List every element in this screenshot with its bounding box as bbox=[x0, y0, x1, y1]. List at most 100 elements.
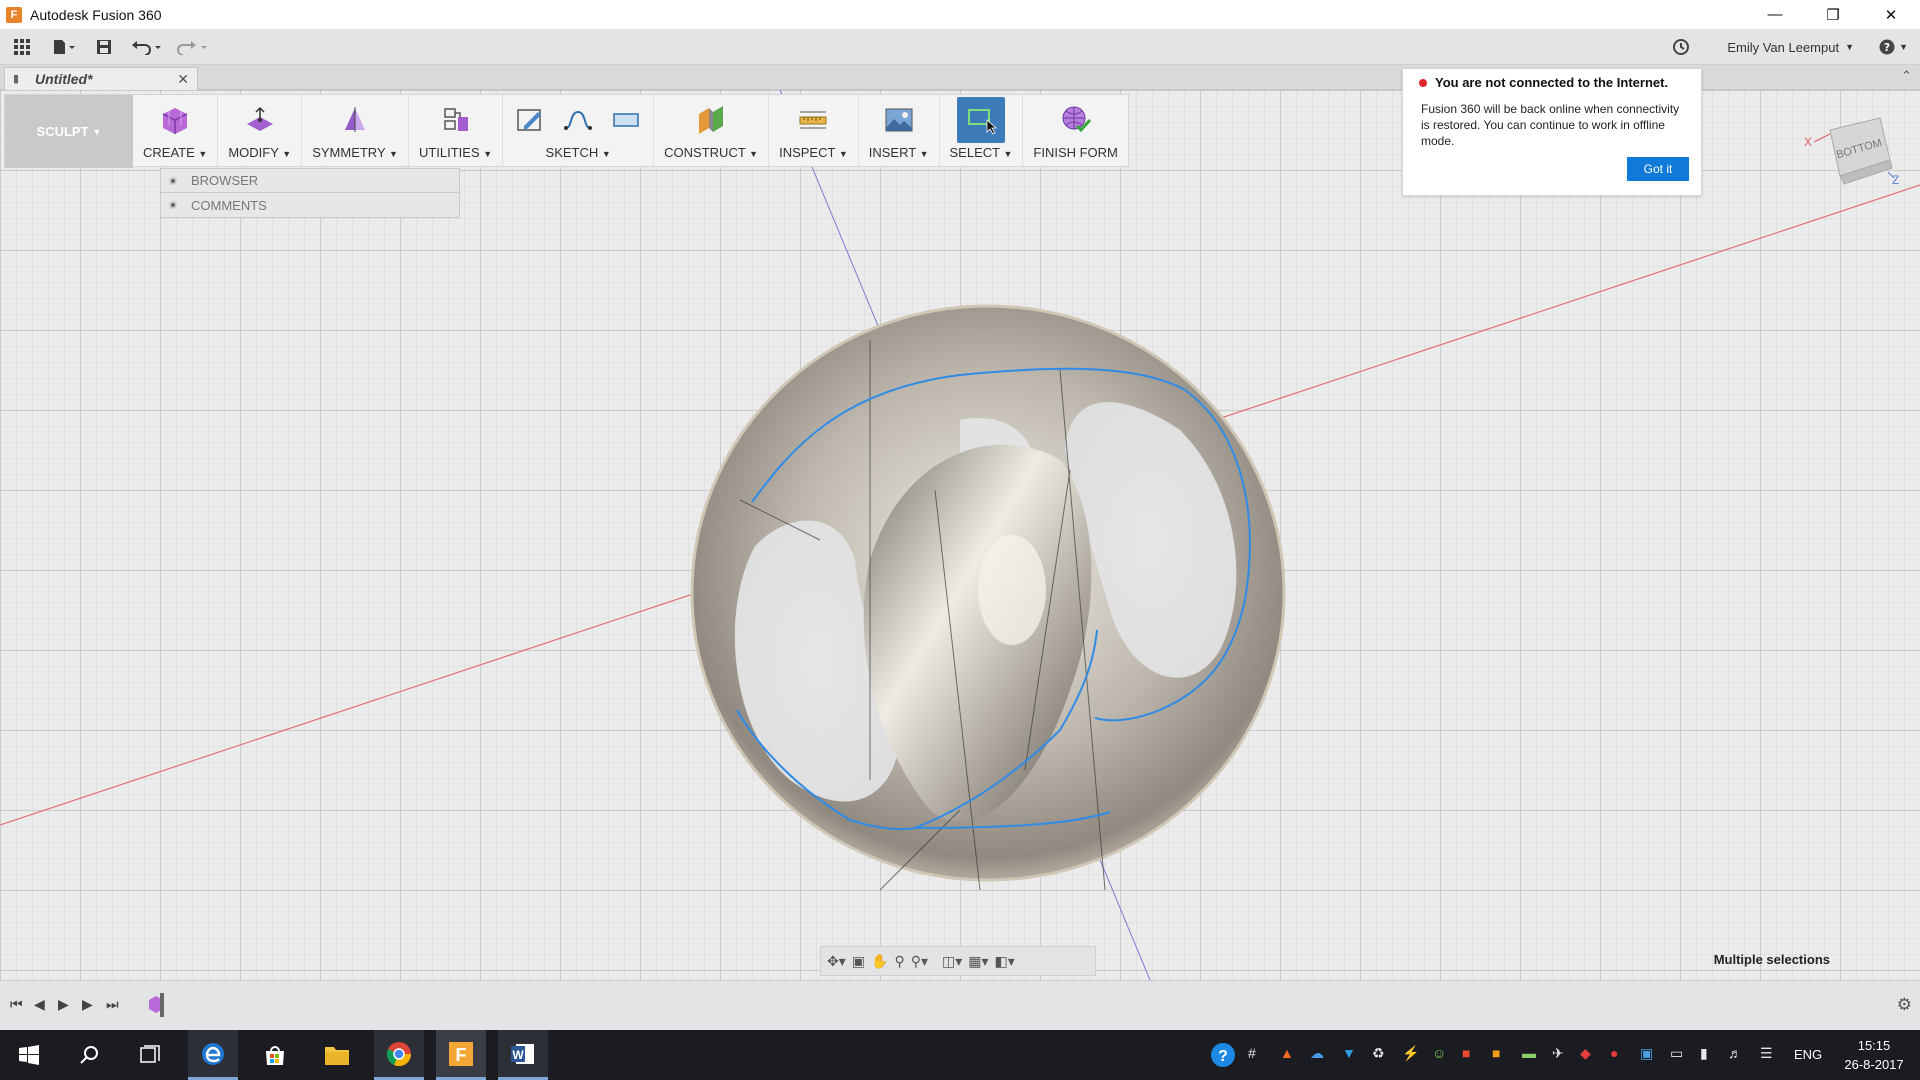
svg-text:?: ? bbox=[1218, 1048, 1228, 1065]
word-icon[interactable]: W bbox=[498, 1030, 548, 1080]
store-icon[interactable] bbox=[250, 1030, 300, 1080]
offline-notification: You are not connected to the Internet. F… bbox=[1402, 68, 1702, 196]
sketch-label: SKETCH bbox=[545, 145, 599, 160]
antivirus-icon[interactable]: ● bbox=[1610, 1045, 1618, 1061]
search-icon[interactable] bbox=[64, 1030, 114, 1080]
mirror-icon bbox=[338, 103, 372, 137]
power-icon[interactable]: ▮ bbox=[1700, 1045, 1708, 1062]
notification-title: You are not connected to the Internet. bbox=[1435, 75, 1669, 90]
file-explorer-icon[interactable] bbox=[312, 1030, 362, 1080]
inspect-menu[interactable]: INSPECT ▼ bbox=[769, 95, 859, 168]
task-view-icon[interactable] bbox=[124, 1030, 174, 1080]
document-tab[interactable]: ▮ Untitled* ✕ bbox=[4, 67, 198, 90]
android-icon[interactable]: ☺ bbox=[1432, 1045, 1446, 1061]
grid-icon[interactable]: ▦▾ bbox=[968, 953, 988, 970]
window-tray-icon[interactable]: ▣ bbox=[1640, 1045, 1653, 1062]
chevron-up-icon[interactable]: ⌃ bbox=[1901, 68, 1912, 84]
display-icon[interactable]: ▭ bbox=[1670, 1045, 1683, 1062]
system-clock[interactable]: 15:15 26-8-2017 bbox=[1834, 1036, 1914, 1074]
network-drive-icon[interactable]: ▼ bbox=[1342, 1045, 1356, 1061]
zoom-icon[interactable]: ⚲ bbox=[894, 953, 904, 970]
app-tray-icon[interactable]: ■ bbox=[1492, 1045, 1500, 1061]
browser-panel[interactable]: BROWSER bbox=[160, 168, 460, 193]
chevron-down-icon: ▼ bbox=[389, 149, 398, 159]
modify-menu[interactable]: MODIFY ▼ bbox=[218, 95, 303, 168]
expand-icon[interactable] bbox=[169, 176, 177, 185]
select-menu[interactable]: SELECT ▼ bbox=[940, 95, 1024, 168]
go-to-start-icon[interactable]: ⏮ bbox=[10, 996, 23, 1013]
fit-icon[interactable]: ⚲▾ bbox=[911, 953, 928, 970]
orbit-icon[interactable]: ✥▾ bbox=[827, 953, 846, 970]
document-tab-label: Untitled* bbox=[35, 71, 93, 87]
job-status-icon[interactable] bbox=[1672, 29, 1690, 65]
viewports-icon[interactable]: ◧▾ bbox=[995, 953, 1015, 970]
application-bar: Emily Van Leemput ▼ ? ▼ bbox=[0, 29, 1920, 65]
sketch-menu[interactable]: SKETCH ▼ bbox=[503, 95, 655, 168]
redo-icon[interactable] bbox=[170, 29, 216, 65]
window-title: Autodesk Fusion 360 bbox=[30, 6, 162, 23]
construct-menu[interactable]: CONSTRUCT ▼ bbox=[654, 95, 770, 168]
go-to-end-icon[interactable]: ⏭ bbox=[106, 996, 119, 1013]
start-icon[interactable] bbox=[4, 1030, 54, 1080]
svg-text:W: W bbox=[512, 1048, 524, 1062]
select-label: SELECT bbox=[949, 145, 1000, 160]
view-cube[interactable]: BOTTOM X Z bbox=[1790, 110, 1900, 190]
display-settings-icon[interactable]: ◫▾ bbox=[942, 953, 962, 970]
pdf-icon[interactable]: ■ bbox=[1462, 1045, 1470, 1061]
hashtag-icon[interactable]: # bbox=[1248, 1045, 1256, 1061]
help-tray-icon[interactable]: ? bbox=[1210, 1042, 1236, 1071]
language-indicator[interactable]: ENG bbox=[1794, 1047, 1822, 1062]
measure-icon bbox=[796, 103, 830, 137]
cloud-icon[interactable]: ☁ bbox=[1310, 1045, 1324, 1062]
play-icon[interactable]: ▶ bbox=[58, 996, 69, 1013]
minimize-icon[interactable]: — bbox=[1746, 0, 1804, 29]
pan-icon[interactable]: ✋ bbox=[871, 953, 888, 970]
create-menu[interactable]: CREATE ▼ bbox=[133, 95, 219, 168]
spline-icon[interactable] bbox=[561, 103, 595, 137]
shield-icon[interactable]: ◆ bbox=[1580, 1045, 1591, 1062]
model-highlight bbox=[978, 535, 1046, 645]
update-icon[interactable]: ▲ bbox=[1280, 1045, 1294, 1061]
battery-tray-icon[interactable]: ▬ bbox=[1522, 1045, 1536, 1061]
save-icon[interactable] bbox=[84, 29, 124, 65]
fusion-taskbar-icon[interactable]: F bbox=[436, 1030, 486, 1080]
image-icon bbox=[882, 103, 916, 137]
chevron-down-icon: ▼ bbox=[1003, 149, 1013, 159]
step-back-icon[interactable]: ◀ bbox=[34, 996, 45, 1013]
file-icon[interactable] bbox=[44, 29, 84, 65]
edge-icon[interactable] bbox=[188, 1030, 238, 1080]
finish-form-button[interactable]: FINISH FORM bbox=[1023, 95, 1128, 168]
plug-icon[interactable]: ⚡ bbox=[1402, 1045, 1419, 1062]
airplane-icon[interactable]: ✈ bbox=[1552, 1045, 1564, 1062]
restore-icon[interactable]: ❐ bbox=[1804, 0, 1862, 29]
form-feature-icon[interactable] bbox=[146, 993, 168, 1020]
data-panel-icon[interactable] bbox=[0, 29, 44, 65]
document-icon: ▮ bbox=[13, 73, 20, 85]
notifications-icon[interactable]: ☰ bbox=[1760, 1045, 1773, 1062]
symmetry-menu[interactable]: SYMMETRY ▼ bbox=[302, 95, 409, 168]
chrome-icon[interactable] bbox=[374, 1030, 424, 1080]
chevron-down-icon: ▼ bbox=[282, 149, 292, 159]
gear-icon[interactable]: ⚙ bbox=[1897, 995, 1912, 1015]
got-it-button[interactable]: Got it bbox=[1627, 157, 1689, 181]
edit-form-icon bbox=[243, 103, 277, 137]
help-icon[interactable]: ? ▼ bbox=[1879, 29, 1908, 65]
utilities-menu[interactable]: UTILITIES ▼ bbox=[409, 95, 504, 168]
step-forward-icon[interactable]: ▶ bbox=[82, 996, 93, 1013]
comments-panel[interactable]: COMMENTS bbox=[160, 193, 460, 218]
undo-icon[interactable] bbox=[124, 29, 170, 65]
model-canvas[interactable] bbox=[0, 90, 1920, 980]
sync-icon[interactable]: ♻ bbox=[1372, 1045, 1385, 1062]
sketch-icon[interactable] bbox=[513, 103, 547, 137]
workspace-switcher[interactable]: SCULPT ▼ bbox=[5, 95, 133, 168]
rectangle-icon[interactable] bbox=[609, 103, 643, 137]
user-menu[interactable]: Emily Van Leemput ▼ bbox=[1727, 29, 1854, 65]
close-icon[interactable]: ✕ bbox=[177, 71, 189, 88]
volume-icon[interactable]: ♬ bbox=[1728, 1045, 1742, 1061]
finish-form-icon bbox=[1059, 103, 1093, 137]
close-icon[interactable]: ✕ bbox=[1862, 0, 1920, 29]
plane-icon bbox=[694, 103, 728, 137]
insert-menu[interactable]: INSERT ▼ bbox=[859, 95, 940, 168]
expand-icon[interactable] bbox=[169, 201, 177, 209]
look-at-icon[interactable]: ▣ bbox=[852, 953, 865, 970]
